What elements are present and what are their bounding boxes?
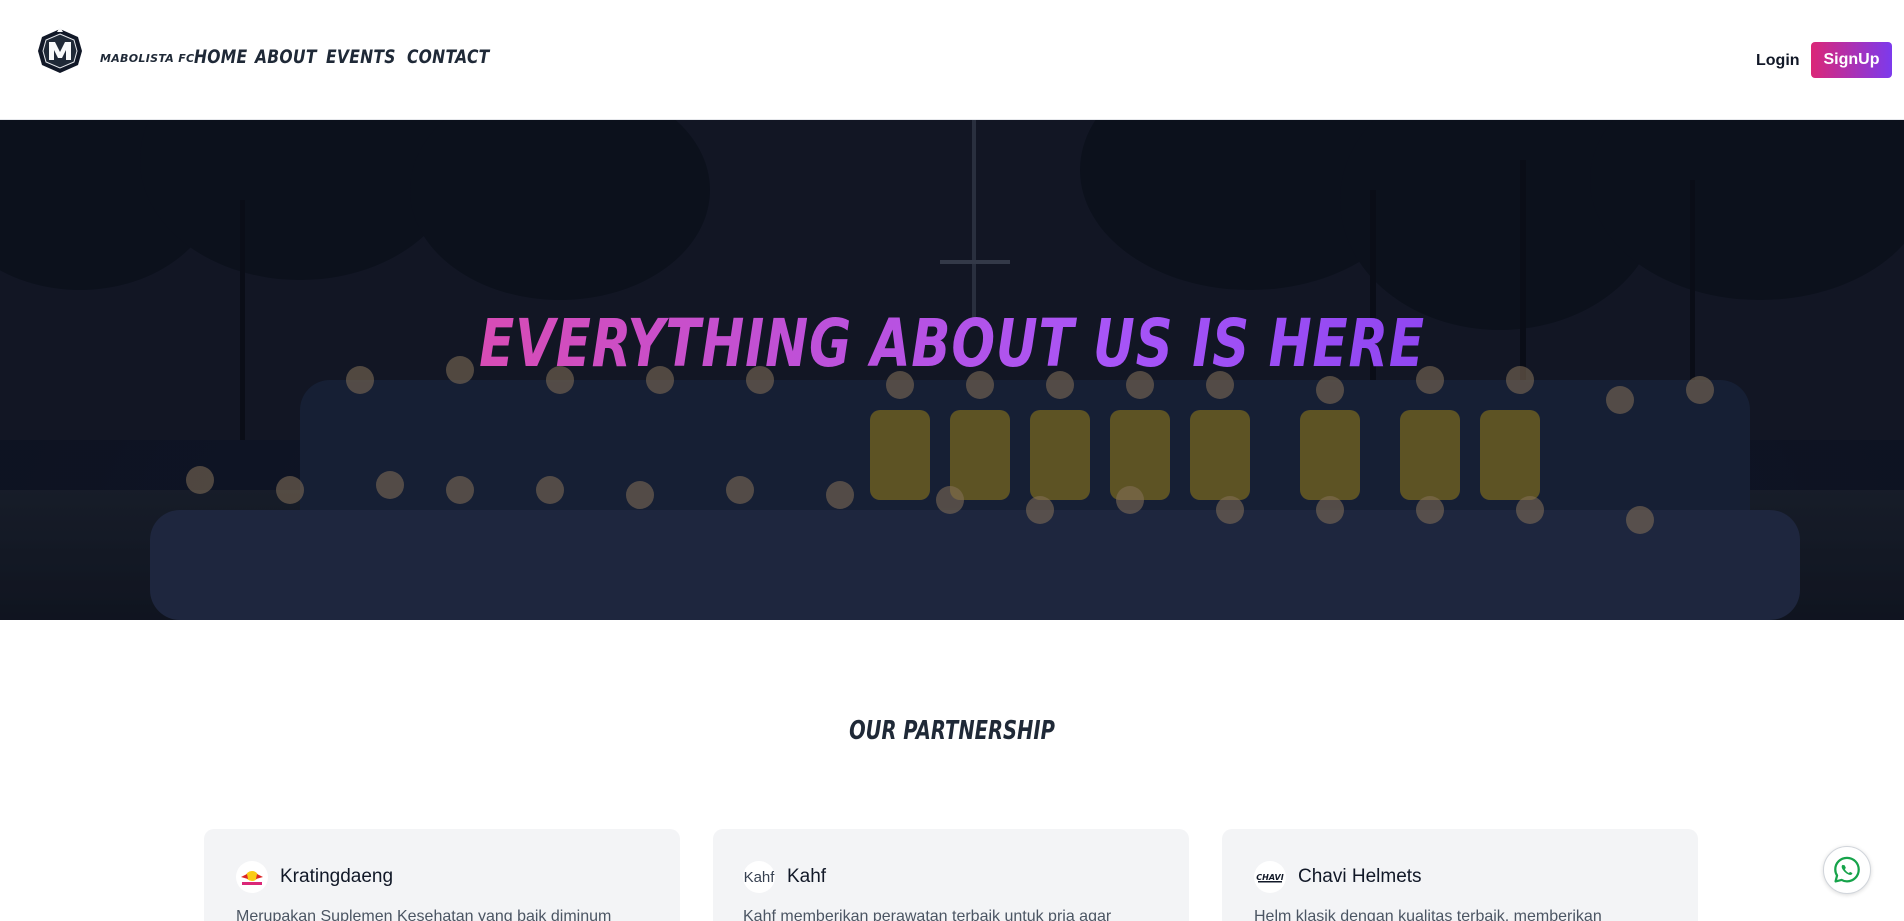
club-logo-icon[interactable] <box>36 27 84 75</box>
nav-about[interactable]: ABOUT <box>255 46 317 68</box>
partnership-cards: Kratingdaeng Merupakan Suplemen Kesehata… <box>204 829 1700 921</box>
partner-name: Chavi Helmets <box>1298 866 1422 887</box>
partner-description: Helm klasik dengan kualitas terbaik, mem… <box>1254 908 1602 921</box>
login-link[interactable]: Login <box>1756 52 1800 70</box>
kratingdaeng-logo-icon <box>236 861 268 893</box>
hero-title: EVERYTHING ABOUT US IS HERE <box>209 305 1694 382</box>
navbar: MABOLISTA FC HOME ABOUT EVENTS CONTACT L… <box>0 0 1904 120</box>
card-header: Kratingdaeng <box>236 861 393 893</box>
nav-contact[interactable]: CONTACT <box>407 46 489 68</box>
partner-name: Kahf <box>787 866 827 887</box>
partner-name: Kratingdaeng <box>280 866 394 887</box>
card-header: CHAVI Chavi Helmets <box>1254 861 1422 893</box>
partner-card-kahf[interactable]: Kahf Kahf Kahf memberikan perawatan terb… <box>713 829 1189 921</box>
hero-banner: EVERYTHING ABOUT US IS HERE <box>0 120 1904 620</box>
whatsapp-button[interactable] <box>1823 846 1871 894</box>
partner-description: Merupakan Suplemen Kesehatan yang baik d… <box>236 908 612 921</box>
partner-card-chavi-helmets[interactable]: CHAVI Chavi Helmets Helm klasik dengan k… <box>1222 829 1698 921</box>
nav-home[interactable]: HOME <box>194 46 247 68</box>
nav-events[interactable]: EVENTS <box>326 46 396 68</box>
partner-description: Kahf memberikan perawatan terbaik untuk … <box>743 908 1112 921</box>
whatsapp-icon <box>1834 856 1860 883</box>
main-nav: HOME ABOUT EVENTS CONTACT <box>194 46 508 68</box>
svg-text:CHAVI: CHAVI <box>1256 873 1283 882</box>
signup-button[interactable]: SignUp <box>1811 42 1892 78</box>
chavi-logo-icon: CHAVI <box>1254 861 1286 893</box>
card-header: Kahf Kahf <box>743 861 826 893</box>
kahf-logo-icon: Kahf <box>743 861 775 893</box>
partner-card-kratingdaeng[interactable]: Kratingdaeng Merupakan Suplemen Kesehata… <box>204 829 680 921</box>
brand-name: MABOLISTA FC <box>100 52 195 65</box>
partnership-title: OUR PARTNERSHIP <box>849 716 1055 746</box>
